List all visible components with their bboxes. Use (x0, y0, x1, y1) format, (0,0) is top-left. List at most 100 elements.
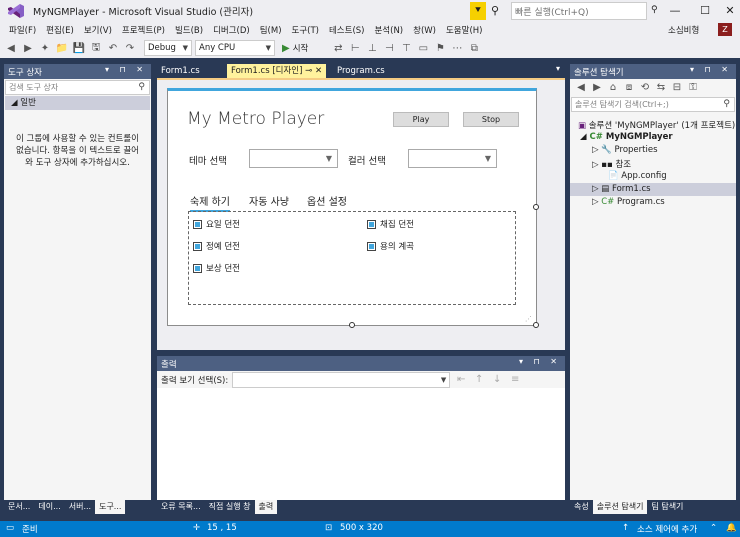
color-dropdown[interactable]: ▼ (408, 149, 497, 168)
forward-icon[interactable]: ▶ (590, 82, 604, 93)
panel-controls-icon[interactable]: ▾ ⊓ ✕ (519, 357, 561, 366)
resize-handle-corner[interactable] (533, 322, 539, 328)
menu-edit[interactable]: 편집(E) (41, 24, 79, 36)
menu-tools[interactable]: 도구(T) (287, 24, 324, 36)
output-source-dropdown[interactable]: ▼ (232, 371, 451, 388)
tab-team-explorer[interactable]: 팀 탐색기 (647, 500, 687, 514)
menu-debug[interactable]: 디버그(D) (208, 24, 255, 36)
tab-solution-explorer[interactable]: 솔루션 탐색기 (592, 500, 648, 514)
previous-message-icon[interactable]: ↑ (472, 374, 486, 385)
switch-views-icon[interactable]: ⧈ (622, 82, 636, 93)
open-file-icon[interactable]: 📁 (55, 43, 69, 54)
properties-icon[interactable]: ⚿ (686, 82, 700, 93)
checkbox-gather-dungeon[interactable]: 채집 던전 (367, 218, 414, 230)
checkbox-day-dungeon[interactable]: 요일 던전 (193, 218, 240, 230)
resize-handle-bottom[interactable] (349, 322, 355, 328)
search-toolbar-icon[interactable]: ⚲ (491, 4, 499, 17)
tree-item-project[interactable]: ◢ C# MyNGMPlayer (580, 132, 673, 142)
align-top-icon[interactable]: ⊤ (399, 43, 413, 54)
theme-dropdown[interactable]: ▼ (249, 149, 338, 168)
tree-item-solution[interactable]: ▣ 솔루션 'MyNGMPlayer' (1개 프로젝트) (578, 119, 735, 131)
tree-item-appconfig[interactable]: 📄 App.config (608, 171, 667, 181)
checkbox-elite-dungeon[interactable]: 정예 던전 (193, 240, 240, 252)
next-message-icon[interactable]: ↓ (490, 374, 504, 385)
close-icon[interactable]: ✕ (315, 66, 322, 76)
new-project-icon[interactable]: ✦ (38, 43, 52, 54)
quick-launch-input[interactable]: 빠른 실행(Ctrl+Q) (511, 2, 647, 20)
metro-form[interactable]: My Metro Player Play Stop 테마 선택 ▼ 컬러 선택 … (167, 88, 537, 326)
pin-icon[interactable]: ⊸ (305, 66, 312, 76)
make-same-size-icon[interactable]: ▭ (416, 43, 430, 54)
output-text-area[interactable] (157, 388, 565, 500)
play-button[interactable]: Play (393, 112, 449, 127)
menu-help[interactable]: 도움말(H) (441, 24, 487, 36)
tab-output[interactable]: 출력 (254, 500, 278, 514)
tab-immediate-window[interactable]: 직접 실행 창 (205, 500, 255, 514)
tab-document-outline[interactable]: 문서... (4, 500, 34, 514)
stop-button[interactable]: Stop (463, 112, 519, 127)
redo-icon[interactable]: ↷ (123, 43, 137, 54)
tree-item-properties[interactable]: ▷ 🔧 Properties (592, 145, 658, 155)
tab-properties[interactable]: 속성 (570, 500, 593, 514)
tab-auto-hunt[interactable]: 자동 사냥 (249, 193, 289, 208)
browser-link-icon[interactable]: ⇄ (331, 43, 345, 54)
tab-form1-design[interactable]: Form1.cs [디자인] ⊸ ✕ (227, 64, 327, 78)
menu-team[interactable]: 팀(M) (255, 24, 287, 36)
close-button[interactable]: ✕ (715, 0, 740, 22)
search-icon[interactable]: ⚲ (651, 5, 658, 15)
minimize-button[interactable]: — (660, 0, 690, 22)
spacing-icon[interactable]: ⋯ (450, 43, 464, 54)
resize-grip-icon[interactable]: ⋰ (525, 315, 532, 323)
save-all-icon[interactable]: 🖫 (89, 40, 103, 57)
back-icon[interactable]: ◀ (574, 82, 588, 93)
start-button[interactable]: 시작 (293, 42, 309, 54)
start-play-icon[interactable]: ▶ (282, 43, 290, 54)
user-avatar[interactable]: Z (718, 23, 732, 36)
menu-analyze[interactable]: 분석(N) (369, 24, 408, 36)
collapse-all-icon[interactable]: ⊟ (670, 82, 684, 93)
tab-error-list[interactable]: 오류 목록... (157, 500, 205, 514)
tab-form1-code[interactable]: Form1.cs (157, 64, 204, 78)
align-center-icon[interactable]: ⊥ (365, 43, 379, 54)
order-icon[interactable]: ⧉ (467, 43, 481, 54)
tab-toolbox[interactable]: 도구... (95, 500, 126, 514)
tree-item-program[interactable]: ▷ C# Program.cs (592, 197, 665, 207)
sync-icon[interactable]: ⇆ (654, 82, 668, 93)
toolbox-group-general[interactable]: ◢ 일반 (5, 96, 150, 110)
align-right-icon[interactable]: ⊣ (382, 43, 396, 54)
notifications-icon[interactable]: 🔔 (726, 523, 737, 533)
home-icon[interactable]: ⌂ (606, 82, 620, 93)
panel-controls-icon[interactable]: ▾ ⊓ ✕ (105, 65, 147, 74)
solution-config-dropdown[interactable]: Debug ▼ (144, 40, 192, 56)
tab-data-sources[interactable]: 데이... (34, 500, 64, 514)
notification-filter-icon[interactable]: ⯆ (470, 2, 486, 20)
tree-item-references[interactable]: ▷ ▪▪ 참조 (592, 158, 631, 170)
forward-icon[interactable]: ▶ (21, 43, 35, 54)
tab-list-dropdown-icon[interactable]: ▾ (556, 64, 560, 73)
checkbox-dragon-valley[interactable]: 용의 계곡 (367, 240, 414, 252)
checkbox-reward-dungeon[interactable]: 보상 던전 (193, 262, 240, 274)
tab-homework[interactable]: 숙제 하기 (190, 193, 230, 212)
save-icon[interactable]: 💾 (72, 43, 86, 54)
toolbox-search-input[interactable]: 검색 도구 상자 ⚲ (5, 80, 150, 95)
chevron-up-icon[interactable]: ⌃ (710, 523, 717, 533)
tab-options[interactable]: 옵션 설정 (307, 193, 347, 208)
menu-project[interactable]: 프로젝트(P) (117, 24, 170, 36)
menu-file[interactable]: 파일(F) (4, 24, 41, 36)
user-name[interactable]: 소심비형 (668, 24, 699, 36)
undo-icon[interactable]: ↶ (106, 43, 120, 54)
panel-controls-icon[interactable]: ▾ ⊓ ✕ (690, 65, 732, 74)
find-message-icon[interactable]: ⇤ (454, 374, 468, 385)
resize-handle-right[interactable] (533, 204, 539, 210)
add-to-source-control-button[interactable]: 소스 제어에 추가 (637, 523, 697, 535)
menu-view[interactable]: 보기(V) (79, 24, 117, 36)
menu-test[interactable]: 테스트(S) (324, 24, 370, 36)
menu-build[interactable]: 빌드(B) (170, 24, 208, 36)
clear-all-icon[interactable]: ≡ (508, 374, 522, 385)
menu-window[interactable]: 창(W) (408, 24, 441, 36)
solution-search-input[interactable]: 솔루션 탐색기 검색(Ctrl+;) ⚲ (571, 97, 735, 112)
tree-item-form1[interactable]: ▷ ▤ Form1.cs (592, 184, 651, 194)
back-icon[interactable]: ◀ (4, 43, 18, 54)
solution-platform-dropdown[interactable]: Any CPU ▼ (195, 40, 275, 56)
align-left-icon[interactable]: ⊢ (348, 43, 362, 54)
